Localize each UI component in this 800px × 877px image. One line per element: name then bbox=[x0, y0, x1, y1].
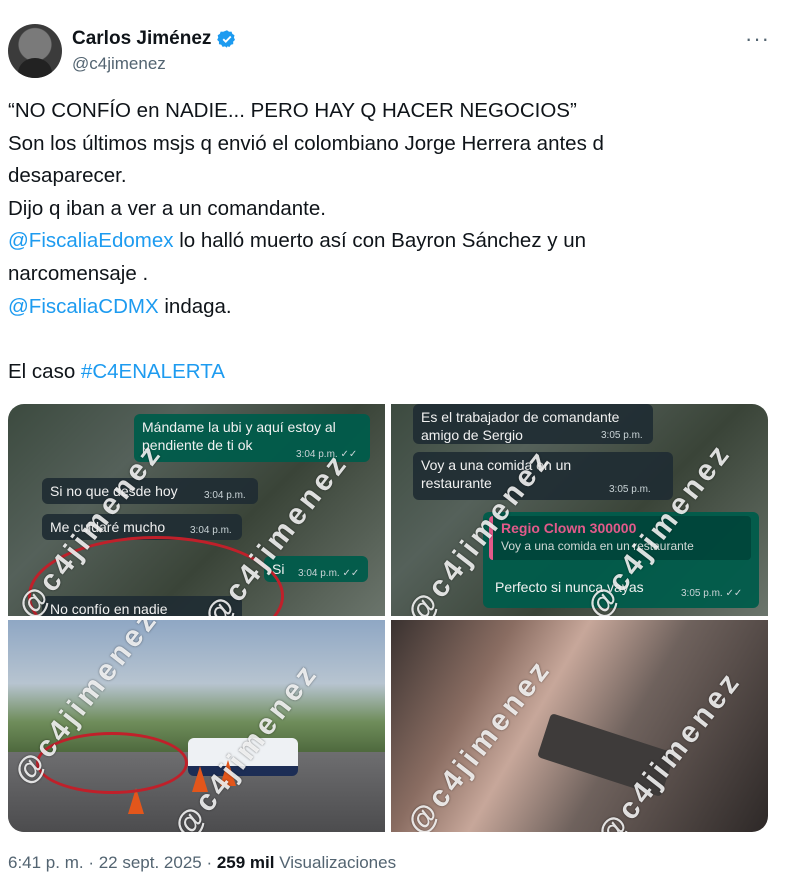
tweet-line: narcomensaje . bbox=[8, 261, 149, 285]
mention-fiscalia-edomex[interactable]: @FiscaliaEdomex bbox=[8, 229, 174, 252]
tweet-line-text: lo halló muerto así con Bayron Sánchez y… bbox=[173, 229, 587, 253]
tweet-line: desaparecer. bbox=[8, 164, 127, 188]
media-image-chat-2[interactable]: Es el trabajador de comandante amigo de … bbox=[391, 404, 768, 616]
chat-time: 3:05 p.m. bbox=[601, 430, 643, 441]
media-image-road-scene[interactable]: @c4jimenez @c4jimenez bbox=[8, 620, 385, 832]
author-name[interactable]: Carlos Jiménez bbox=[72, 28, 211, 50]
tweet-line: @FiscaliaCDMX indaga. bbox=[8, 291, 778, 324]
chat-text: Es el trabajador de comandante bbox=[421, 409, 620, 425]
chat-time: 3:04 p.m. bbox=[190, 525, 232, 536]
more-options-icon[interactable]: ··· bbox=[745, 26, 770, 52]
media-image-chat-1[interactable]: Mándame la ubi y aquí estoy al pendiente… bbox=[8, 404, 385, 616]
tweet-text: “NO CONFÍO en NADIE... PERO HAY Q HACER … bbox=[8, 95, 778, 388]
quote-author: Regio Clown 300000 bbox=[501, 520, 637, 536]
tweet-line-text: El caso bbox=[8, 359, 81, 383]
timestamp[interactable]: 6:41 p. m. · 22 sept. 2025 · bbox=[8, 853, 217, 872]
author-name-row: Carlos Jiménez bbox=[72, 28, 237, 50]
chat-time: 3:05 p.m. ✓✓ bbox=[681, 588, 743, 599]
mention-fiscalia-cdmx[interactable]: @FiscaliaCDMX bbox=[8, 295, 159, 318]
views-count: 259 mil bbox=[216, 853, 275, 872]
hashtag-link[interactable]: #C4ENALERTA bbox=[81, 360, 225, 383]
tweet-header: Carlos Jiménez @c4jimenez ··· bbox=[8, 22, 792, 82]
author-handle[interactable]: @c4jimenez bbox=[72, 54, 166, 74]
tweet-line-text: indaga. bbox=[158, 294, 232, 318]
tweet-line: “NO CONFÍO en NADIE... PERO HAY Q HACER … bbox=[8, 99, 577, 122]
verified-badge-icon bbox=[217, 30, 236, 48]
tweet-footer: 6:41 p. m. · 22 sept. 2025 · 259 mil Vis… bbox=[8, 853, 396, 873]
watermark: @c4jimenez bbox=[401, 652, 558, 832]
tweet-line: @FiscaliaEdomex lo halló muerto así con … bbox=[8, 225, 778, 258]
chat-time: 3:04 p.m. ✓✓ bbox=[298, 568, 360, 579]
views-label: Visualizaciones bbox=[274, 853, 397, 872]
media-grid: Mándame la ubi y aquí estoy al pendiente… bbox=[8, 404, 768, 832]
media-image-gym[interactable]: @c4jimenez @c4jimenez bbox=[391, 620, 768, 832]
avatar[interactable] bbox=[8, 24, 62, 78]
tweet-line: Dijo q iban a ver a un comandante. bbox=[8, 196, 326, 220]
tweet-line: Son los últimos msjs q envió el colombia… bbox=[8, 131, 604, 155]
chat-text: Mándame la ubi y aquí estoy al bbox=[142, 419, 336, 435]
chat-time: 3:05 p.m. bbox=[609, 484, 651, 495]
chat-time: 3:04 p.m. bbox=[204, 490, 246, 501]
tweet-line: El caso #C4ENALERTA bbox=[8, 356, 778, 389]
